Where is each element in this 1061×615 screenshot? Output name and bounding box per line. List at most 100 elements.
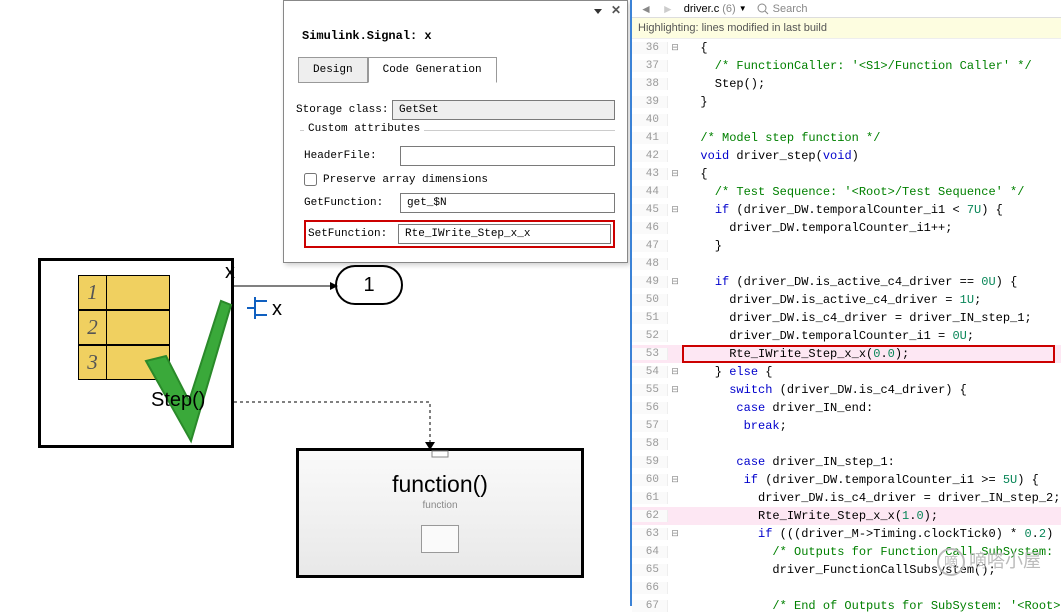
code-line[interactable]: 63⊟ if (((driver_M->Timing.clockTick0) *…: [632, 525, 1061, 543]
function-call-block[interactable]: function() function: [296, 448, 584, 578]
code-line[interactable]: 55⊟ switch (driver_DW.is_c4_driver) {: [632, 381, 1061, 399]
outport-block[interactable]: 1: [335, 265, 403, 305]
nav-back-icon[interactable]: ◄: [640, 2, 652, 16]
chevron-down-icon: ▼: [739, 4, 747, 13]
get-function-label: GetFunction:: [304, 197, 400, 209]
code-text: void driver_step(void): [682, 149, 1061, 163]
code-text: break;: [682, 419, 1061, 433]
dialog-body: Storage class: Custom attributes HeaderF…: [284, 83, 627, 262]
code-line[interactable]: 66: [632, 579, 1061, 597]
get-function-input[interactable]: [400, 193, 615, 213]
search-placeholder: Search: [773, 3, 808, 15]
line-number: 44: [632, 186, 668, 198]
storage-class-select[interactable]: [392, 100, 615, 120]
bus-signal-x: x: [272, 298, 282, 321]
code-line[interactable]: 58: [632, 435, 1061, 453]
line-number: 56: [632, 402, 668, 414]
line-number: 57: [632, 420, 668, 432]
nav-fwd-icon[interactable]: ►: [662, 2, 674, 16]
line-number: 41: [632, 132, 668, 144]
signal-arrow: [234, 281, 338, 291]
code-line[interactable]: 61 driver_DW.is_c4_driver = driver_IN_st…: [632, 489, 1061, 507]
code-text: /* Test Sequence: '<Root>/Test Sequence'…: [682, 185, 1061, 199]
tab-design[interactable]: Design: [298, 57, 368, 83]
test-row-num: 2: [79, 311, 107, 344]
header-file-input[interactable]: [400, 146, 615, 166]
code-text: /* Model step function */: [682, 131, 1061, 145]
line-number: 63: [632, 528, 668, 540]
line-number: 54: [632, 366, 668, 378]
step-label: Step(): [151, 389, 205, 412]
line-number: 62: [632, 510, 668, 522]
code-line[interactable]: 43⊟ {: [632, 165, 1061, 183]
simulink-canvas[interactable]: 1 2 3 Step() x x 1 function() function ✕…: [0, 0, 630, 606]
line-number: 50: [632, 294, 668, 306]
line-number: 38: [632, 78, 668, 90]
dropdown-icon[interactable]: [594, 9, 602, 14]
line-number: 61: [632, 492, 668, 504]
code-line[interactable]: 36⊟ {: [632, 39, 1061, 57]
code-area[interactable]: 36⊟ {37 /* FunctionCaller: '<S1>/Functio…: [632, 39, 1061, 615]
fold-gutter[interactable]: ⊟: [668, 529, 682, 539]
fold-gutter[interactable]: ⊟: [668, 277, 682, 287]
test-sequence-block[interactable]: 1 2 3 Step(): [38, 258, 234, 448]
code-line[interactable]: 39 }: [632, 93, 1061, 111]
code-line[interactable]: 40: [632, 111, 1061, 129]
code-line[interactable]: 49⊟ if (driver_DW.is_active_c4_driver ==…: [632, 273, 1061, 291]
code-line[interactable]: 37 /* FunctionCaller: '<S1>/Function Cal…: [632, 57, 1061, 75]
code-line[interactable]: 45⊟ if (driver_DW.temporalCounter_i1 < 7…: [632, 201, 1061, 219]
code-text: case driver_IN_end:: [682, 401, 1061, 415]
watermark: 嘀嘀嗒小屋: [937, 547, 1041, 576]
line-number: 37: [632, 60, 668, 72]
fold-gutter[interactable]: ⊟: [668, 385, 682, 395]
code-line[interactable]: 52 driver_DW.temporalCounter_i1 = 0U;: [632, 327, 1061, 345]
code-line[interactable]: 54⊟ } else {: [632, 363, 1061, 381]
code-line[interactable]: 57 break;: [632, 417, 1061, 435]
signal-properties-dialog[interactable]: ✕ Simulink.Signal: x Design Code Generat…: [283, 0, 628, 263]
line-number: 47: [632, 240, 668, 252]
code-line[interactable]: 42 void driver_step(void): [632, 147, 1061, 165]
line-number: 43: [632, 168, 668, 180]
code-line[interactable]: 59 case driver_IN_step_1:: [632, 453, 1061, 471]
code-line[interactable]: 53 Rte_IWrite_Step_x_x(0.0);: [632, 345, 1061, 363]
code-text: case driver_IN_step_1:: [682, 455, 1061, 469]
code-line[interactable]: 47 }: [632, 237, 1061, 255]
line-number: 39: [632, 96, 668, 108]
set-function-input[interactable]: [398, 224, 611, 244]
line-number: 58: [632, 438, 668, 450]
code-text: if (driver_DW.temporalCounter_i1 >= 5U) …: [682, 473, 1061, 487]
checkmark-icon: [136, 291, 236, 441]
line-number: 40: [632, 114, 668, 126]
code-line[interactable]: 51 driver_DW.is_c4_driver = driver_IN_st…: [632, 309, 1061, 327]
code-line[interactable]: 46 driver_DW.temporalCounter_i1++;: [632, 219, 1061, 237]
search-box[interactable]: Search: [757, 3, 808, 15]
line-number: 48: [632, 258, 668, 270]
close-icon[interactable]: ✕: [611, 3, 621, 17]
test-row-num: 3: [79, 346, 107, 379]
code-line[interactable]: 67 /* End of Outputs for SubSystem: '<Ro…: [632, 597, 1061, 615]
code-line[interactable]: 38 Step();: [632, 75, 1061, 93]
file-selector[interactable]: driver.c (6) ▼: [684, 3, 747, 15]
tab-code-generation[interactable]: Code Generation: [368, 57, 497, 83]
fold-gutter[interactable]: ⊟: [668, 205, 682, 215]
code-text: }: [682, 95, 1061, 109]
fold-gutter[interactable]: ⊟: [668, 43, 682, 53]
function-title: function(): [392, 471, 488, 498]
code-line[interactable]: 48: [632, 255, 1061, 273]
code-text: driver_DW.temporalCounter_i1 = 0U;: [682, 329, 1061, 343]
line-number: 67: [632, 600, 668, 612]
code-line[interactable]: 60⊟ if (driver_DW.temporalCounter_i1 >= …: [632, 471, 1061, 489]
code-line[interactable]: 56 case driver_IN_end:: [632, 399, 1061, 417]
code-text: Step();: [682, 77, 1061, 91]
fold-gutter[interactable]: ⊟: [668, 367, 682, 377]
code-editor[interactable]: ◄ ► driver.c (6) ▼ Search Highlighting: …: [630, 0, 1061, 606]
code-line[interactable]: 50 driver_DW.is_active_c4_driver = 1U;: [632, 291, 1061, 309]
fold-gutter[interactable]: ⊟: [668, 475, 682, 485]
code-line[interactable]: 41 /* Model step function */: [632, 129, 1061, 147]
file-count: (6): [722, 3, 735, 15]
preserve-array-checkbox[interactable]: [304, 173, 317, 186]
fold-gutter[interactable]: ⊟: [668, 169, 682, 179]
editor-toolbar: ◄ ► driver.c (6) ▼ Search: [632, 0, 1061, 18]
code-line[interactable]: 44 /* Test Sequence: '<Root>/Test Sequen…: [632, 183, 1061, 201]
code-line[interactable]: 62 Rte_IWrite_Step_x_x(1.0);: [632, 507, 1061, 525]
